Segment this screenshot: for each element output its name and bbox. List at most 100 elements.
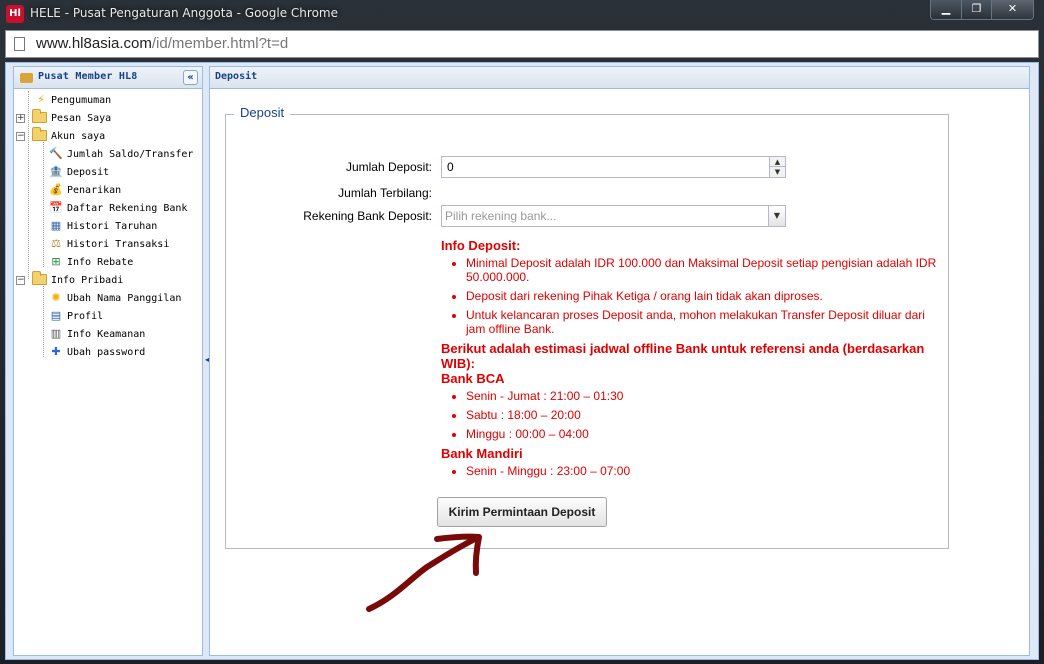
bca-schedule-list: Senin - Jumat : 21:00 – 01:30 Sabtu : 18… bbox=[466, 389, 941, 441]
sidebar-title: Pusat Member HL8 bbox=[38, 71, 138, 82]
bank-label: Rekening Bank Deposit: bbox=[303, 209, 432, 223]
stepper-up-icon[interactable]: ▲ bbox=[770, 157, 785, 167]
schedule-heading: Berikut adalah estimasi jadwal offline B… bbox=[441, 341, 925, 371]
sidebar-item-ubah-password[interactable]: ✚ Ubah password bbox=[14, 343, 202, 361]
submit-deposit-button[interactable]: Kirim Permintaan Deposit bbox=[437, 497, 607, 527]
amount-input[interactable]: 0 ▲ ▼ bbox=[441, 156, 786, 178]
app-logo-icon: Hl bbox=[6, 5, 24, 23]
profile-card-icon: ▤ bbox=[50, 309, 62, 322]
sidebar-item-histori-transaksi[interactable]: ⚖ Histori Transaksi bbox=[14, 235, 202, 253]
collapse-minus-icon[interactable]: − bbox=[16, 132, 25, 141]
sidebar-item-label: Ubah password bbox=[67, 347, 146, 358]
collapse-minus-icon[interactable]: − bbox=[16, 276, 25, 285]
sidebar-item-profil[interactable]: ▤ Profil bbox=[14, 307, 202, 325]
amount-row: Jumlah Deposit: 0 ▲ ▼ bbox=[226, 156, 950, 178]
bank-row: Rekening Bank Deposit: Pilih rekening ba… bbox=[226, 205, 950, 227]
sidebar-item-deposit[interactable]: 🏦 Deposit bbox=[14, 163, 202, 181]
page-content: Pusat Member HL8 « ⚡ Pengumuman + Pesan … bbox=[5, 62, 1039, 660]
bank-mandiri-heading: Bank Mandiri bbox=[441, 446, 523, 461]
sidebar-item-label: Pengumuman bbox=[51, 95, 112, 106]
fieldset-legend: Deposit bbox=[234, 105, 291, 120]
sidebar-item-pengumuman[interactable]: ⚡ Pengumuman bbox=[14, 91, 202, 109]
sidebar-item-histori-taruhan[interactable]: ▦ Histori Taruhan bbox=[14, 217, 202, 235]
page-icon bbox=[14, 37, 25, 51]
sidebar-item-info-keamanan[interactable]: ▥ Info Keamanan bbox=[14, 325, 202, 343]
sidebar-panel: Pusat Member HL8 « ⚡ Pengumuman + Pesan … bbox=[13, 66, 203, 656]
info-heading: Info Deposit: bbox=[441, 238, 521, 253]
minimize-button[interactable]: ▁ bbox=[931, 0, 961, 19]
bank-bca-heading: Bank BCA bbox=[441, 371, 505, 386]
sidebar-header: Pusat Member HL8 « bbox=[14, 67, 202, 89]
info-list: Minimal Deposit adalah IDR 100.000 dan M… bbox=[466, 256, 941, 336]
sidebar-item-label: Ubah Nama Panggilan bbox=[67, 293, 182, 304]
collapse-sidebar-button[interactable]: « bbox=[183, 70, 198, 85]
title-bar: Hl HELE - Pusat Pengaturan Anggota - Goo… bbox=[0, 0, 1044, 28]
amount-words-row: Jumlah Terbilang: bbox=[226, 182, 950, 204]
list-item: Minggu : 00:00 – 04:00 bbox=[466, 427, 941, 441]
window-title: HELE - Pusat Pengaturan Anggota - Google… bbox=[30, 6, 338, 20]
sun-icon: ✺ bbox=[51, 291, 61, 304]
close-button[interactable]: ✕ bbox=[991, 0, 1033, 19]
main-header: Deposit bbox=[210, 67, 1029, 89]
sidebar-item-label: Info Pribadi bbox=[51, 275, 124, 286]
lightning-icon: ⚡ bbox=[37, 93, 45, 106]
list-item: Sabtu : 18:00 – 20:00 bbox=[466, 408, 941, 422]
sidebar-item-label: Info Keamanan bbox=[67, 329, 146, 340]
annotation-arrow-icon bbox=[366, 533, 482, 612]
sidebar-item-daftar-rekening-bank[interactable]: 📅 Daftar Rekening Bank bbox=[14, 199, 202, 217]
sidebar-item-penarikan[interactable]: 💰 Penarikan bbox=[14, 181, 202, 199]
table-icon: ▦ bbox=[50, 219, 62, 232]
url-path: /id/member.html?t=d bbox=[151, 35, 289, 52]
url-domain: www.hl8asia.com bbox=[36, 35, 152, 52]
list-item: Senin - Jumat : 21:00 – 01:30 bbox=[466, 389, 941, 403]
sidebar-item-label: Pesan Saya bbox=[51, 113, 112, 124]
sidebar-item-ubah-nama-panggilan[interactable]: ✺ Ubah Nama Panggilan bbox=[14, 289, 202, 307]
amount-label: Jumlah Deposit: bbox=[345, 160, 432, 174]
window-controls: ▁ ❐ ✕ bbox=[930, 0, 1034, 20]
sidebar-item-label: Histori Taruhan bbox=[67, 221, 158, 232]
network-icon: ⊞ bbox=[51, 255, 61, 268]
sidebar-item-info-rebate[interactable]: ⊞ Info Rebate bbox=[14, 253, 202, 271]
sidebar-item-label: Akun saya bbox=[51, 131, 106, 142]
sidebar-item-label: Penarikan bbox=[67, 185, 122, 196]
browser-window: Hl HELE - Pusat Pengaturan Anggota - Goo… bbox=[0, 0, 1044, 664]
sidebar-item-jumlah-saldo-transfer[interactable]: 🔨 Jumlah Saldo/Transfer bbox=[14, 145, 202, 163]
sidebar-item-label: Jumlah Saldo/Transfer bbox=[67, 149, 194, 160]
maximize-button[interactable]: ❐ bbox=[961, 0, 991, 19]
mandiri-schedule-list: Senin - Minggu : 23:00 – 07:00 bbox=[466, 464, 941, 478]
chevron-down-icon[interactable]: ▼ bbox=[768, 206, 785, 226]
security-list-icon: ▥ bbox=[50, 327, 62, 340]
expand-plus-icon[interactable]: + bbox=[16, 114, 25, 123]
stepper-down-icon[interactable]: ▼ bbox=[770, 167, 785, 177]
bank-placeholder: Pilih rekening bank... bbox=[445, 209, 557, 223]
sidebar-item-label: Profil bbox=[67, 311, 104, 322]
sidebar-item-akun-saya[interactable]: − Akun saya bbox=[14, 127, 202, 145]
url-text[interactable]: www.hl8asia.com/id/member.html?t=d bbox=[36, 35, 288, 52]
list-item: Senin - Minggu : 23:00 – 07:00 bbox=[466, 464, 941, 478]
main-panel: Deposit Deposit Jumlah Deposit: 0 ▲ ▼ Ju bbox=[209, 66, 1030, 656]
sidebar-tree: ⚡ Pengumuman + Pesan Saya − Akun saya 🔨 … bbox=[14, 89, 202, 361]
amount-value: 0 bbox=[447, 160, 454, 174]
deposit-info: Info Deposit: Minimal Deposit adalah IDR… bbox=[441, 238, 941, 483]
main-title: Deposit bbox=[215, 71, 258, 82]
sidebar-item-label: Daftar Rekening Bank bbox=[67, 203, 188, 214]
scales-icon: ⚖ bbox=[51, 237, 61, 250]
puzzle-icon: ✚ bbox=[51, 345, 61, 358]
address-bar[interactable]: www.hl8asia.com/id/member.html?t=d bbox=[5, 30, 1039, 58]
amount-stepper[interactable]: ▲ ▼ bbox=[769, 157, 785, 177]
deposit-fieldset: Deposit Jumlah Deposit: 0 ▲ ▼ Jumlah Ter… bbox=[225, 105, 950, 549]
moneybag-icon: 💰 bbox=[49, 183, 63, 196]
sidebar-item-label: Deposit bbox=[67, 167, 110, 178]
sidebar-item-pesan-saya[interactable]: + Pesan Saya bbox=[14, 109, 202, 127]
calendar-icon: 📅 bbox=[49, 201, 63, 214]
folder-open-icon bbox=[32, 271, 47, 285]
sidebar-item-label: Info Rebate bbox=[67, 257, 134, 268]
bank-select[interactable]: Pilih rekening bank... ▼ bbox=[441, 205, 786, 227]
list-item: Deposit dari rekening Pihak Ketiga / ora… bbox=[466, 289, 941, 303]
list-item: Untuk kelancaran proses Deposit anda, mo… bbox=[466, 308, 941, 336]
folder-open-icon bbox=[32, 127, 47, 141]
gavel-icon: 🔨 bbox=[49, 147, 63, 160]
sidebar-item-info-pribadi[interactable]: − Info Pribadi bbox=[14, 271, 202, 289]
amount-words-label: Jumlah Terbilang: bbox=[338, 186, 432, 200]
member-group-icon bbox=[20, 73, 33, 83]
